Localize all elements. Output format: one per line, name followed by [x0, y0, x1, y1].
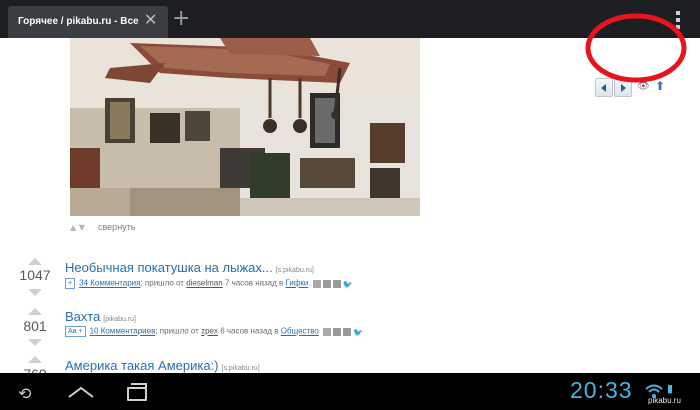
- post-item: 1047 Необычная покатушка на лыжах... [s.p…: [0, 256, 700, 308]
- facebook-icon[interactable]: [333, 327, 342, 336]
- upvote-icon[interactable]: [28, 308, 42, 315]
- author-link[interactable]: dieselman: [186, 279, 222, 288]
- post-meta: Aa +10 Комментариев; пришло от zpex 6 ча…: [65, 326, 363, 337]
- post-title-link[interactable]: Необычная покатушка на лыжах... [s.pikabu…: [65, 260, 314, 275]
- downvote-icon[interactable]: [28, 289, 42, 296]
- vk-icon[interactable]: [343, 327, 352, 336]
- bookmark-icon[interactable]: [323, 327, 332, 336]
- annotation-circle: [585, 13, 687, 83]
- post-item: 769 Америка такая Америка:)[s.pikabu.ru]: [0, 354, 700, 373]
- facebook-icon[interactable]: [322, 279, 331, 288]
- close-icon[interactable]: ✕: [144, 12, 157, 28]
- tab-title: Горячее / pikabu.ru - Все: [18, 16, 139, 27]
- recent-apps-icon[interactable]: [127, 383, 147, 401]
- post-title-link[interactable]: Вахта [pikabu.ru]: [65, 309, 136, 324]
- category-link[interactable]: Гифки: [285, 279, 308, 288]
- post-score: 769: [10, 366, 60, 373]
- upvote-icon[interactable]: [28, 258, 42, 265]
- watermark: pikabu.ru: [648, 396, 681, 405]
- back-icon[interactable]: ⟲: [18, 384, 31, 403]
- post-image: [70, 38, 420, 216]
- post-score: 1047: [19, 267, 51, 283]
- home-icon[interactable]: [67, 385, 95, 399]
- text-icon: Aa +: [65, 326, 86, 337]
- comments-link[interactable]: 34 Комментария: [79, 279, 140, 288]
- browser-tab[interactable]: Горячее / pikabu.ru - Все ✕: [8, 6, 168, 38]
- downvote-icon[interactable]: [28, 339, 42, 346]
- author-link[interactable]: zpex: [201, 327, 218, 336]
- post-item: 801 Вахта [pikabu.ru] Aa + 10 Комментариев…: [0, 308, 700, 360]
- media-icon: +: [65, 278, 76, 289]
- upvote-icon[interactable]: [28, 356, 42, 363]
- post-title-link[interactable]: Америка такая Америка:) [s.pikabu.ru]: [65, 358, 260, 373]
- bookmark-icon[interactable]: [312, 279, 321, 288]
- battery-icon: ▮: [667, 382, 674, 395]
- post-meta: +34 Комментария; пришло от dieselman 7 ч…: [65, 278, 353, 289]
- system-nav-bar: ⟲ 20:33 ▮: [0, 373, 700, 410]
- twitter-icon[interactable]: 🐦: [353, 328, 363, 337]
- page-content: ▲ ▼ свернуть 1047 Необычная покатушка на…: [0, 38, 700, 373]
- collapse-link[interactable]: свернуть: [98, 222, 135, 232]
- post-score: 801: [23, 318, 47, 334]
- plus-icon[interactable]: +: [172, 8, 190, 30]
- vote-arrows[interactable]: ▲ ▼: [70, 223, 85, 232]
- clock: 20:33: [570, 377, 633, 403]
- category-link[interactable]: Общество: [281, 327, 319, 336]
- comments-link[interactable]: 10 Комментариев: [90, 327, 156, 336]
- vk-icon[interactable]: [332, 279, 341, 288]
- twitter-icon[interactable]: 🐦: [343, 280, 353, 289]
